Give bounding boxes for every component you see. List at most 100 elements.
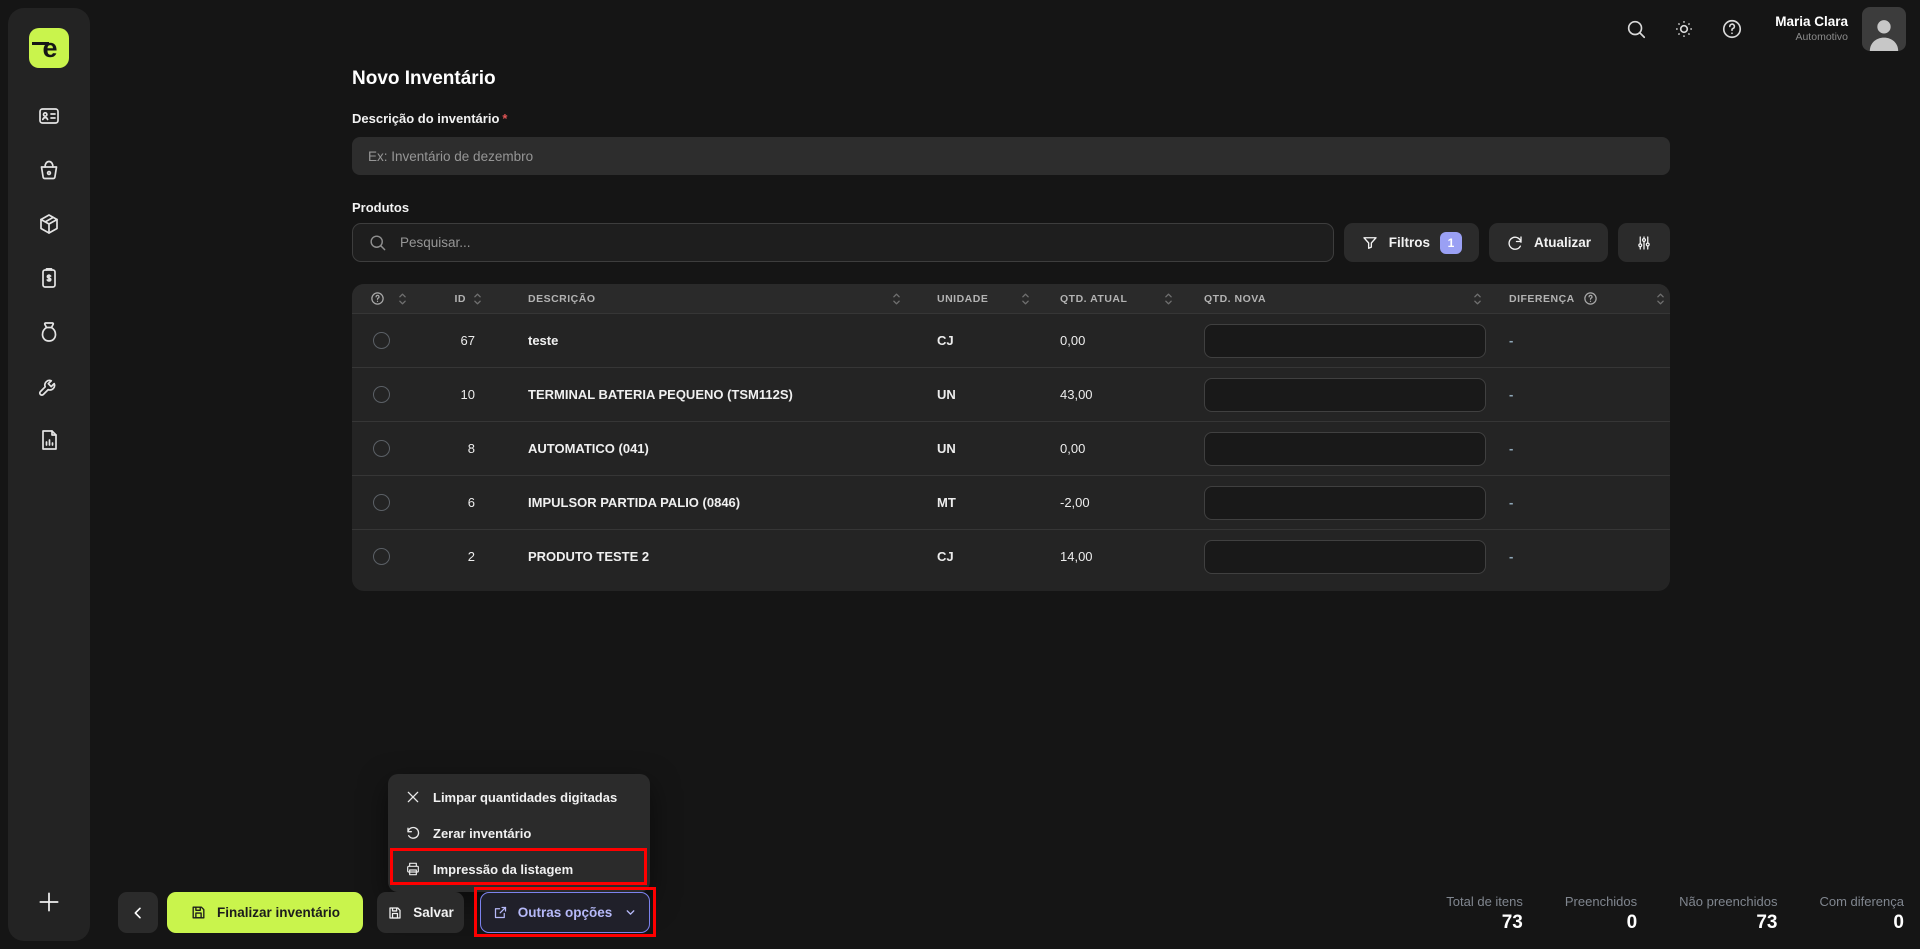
sort-arrows-icon[interactable] (398, 292, 407, 306)
save-button[interactable]: Salvar (377, 892, 464, 933)
cell-id: 67 (412, 333, 487, 348)
difference-help-icon[interactable] (1583, 291, 1598, 306)
more-options-menu: Limpar quantidades digitadas Zerar inven… (388, 774, 650, 892)
products-label: Produtos (352, 200, 409, 215)
chevron-left-icon (130, 905, 146, 921)
filters-label: Filtros (1389, 235, 1430, 250)
header-unit-label: UNIDADE (937, 293, 988, 305)
app-logo[interactable]: e (29, 28, 69, 68)
filters-button[interactable]: Filtros 1 (1344, 223, 1479, 262)
cell-unit: CJ (906, 333, 1035, 348)
stat-value: 73 (1446, 910, 1523, 936)
required-asterisk: * (502, 111, 507, 126)
refresh-button[interactable]: Atualizar (1489, 223, 1608, 262)
header-qty-current[interactable]: QTD. ATUAL (1035, 284, 1178, 313)
user-block[interactable]: Maria Clara Automotivo (1775, 14, 1848, 44)
search-icon (368, 233, 387, 252)
qty-new-input[interactable] (1204, 540, 1486, 574)
column-settings-button[interactable] (1618, 223, 1670, 262)
printer-icon (405, 861, 421, 877)
theme-toggle-button[interactable] (1673, 18, 1695, 40)
product-search-input[interactable] (400, 235, 1318, 250)
report-document-icon (37, 428, 61, 452)
sort-arrows-icon[interactable] (1164, 292, 1173, 306)
finalize-inventory-label: Finalizar inventário (217, 905, 340, 920)
user-role: Automotivo (1775, 31, 1848, 44)
cell-difference: - (1487, 387, 1670, 402)
description-label: Descrição do inventário* (352, 111, 507, 126)
sidebar-item-billing[interactable] (37, 266, 61, 290)
sidebar-item-contacts[interactable] (37, 104, 61, 128)
menu-item-print-list[interactable]: Impressão da listagem (388, 851, 650, 887)
sidebar-item-finance[interactable] (37, 320, 61, 344)
finalize-inventory-button[interactable]: Finalizar inventário (167, 892, 363, 933)
sidebar-item-sales[interactable] (37, 158, 61, 182)
header-unit[interactable]: UNIDADE (906, 284, 1035, 313)
qty-new-input[interactable] (1204, 486, 1486, 520)
cell-description: IMPULSOR PARTIDA PALIO (0846) (487, 495, 906, 510)
menu-item-label: Impressão da listagem (433, 862, 573, 877)
row-radio[interactable] (373, 386, 390, 403)
save-floppy-icon (190, 904, 207, 921)
help-button[interactable] (1721, 18, 1743, 40)
sidebar-add-button[interactable] (36, 889, 62, 915)
plus-icon (36, 889, 62, 915)
cell-difference: - (1487, 333, 1670, 348)
qty-new-input[interactable] (1204, 432, 1486, 466)
cell-description: PRODUTO TESTE 2 (487, 549, 906, 564)
row-radio[interactable] (373, 332, 390, 349)
avatar[interactable] (1862, 7, 1906, 51)
header-select (352, 284, 412, 313)
back-button[interactable] (118, 892, 158, 933)
sidebar-item-services[interactable] (37, 374, 61, 398)
sidebar-item-products[interactable] (37, 212, 61, 236)
sort-arrows-icon[interactable] (1473, 292, 1482, 306)
cell-difference: - (1487, 495, 1670, 510)
header-description[interactable]: DESCRIÇÃO (487, 284, 906, 313)
cell-qty-current: -2,00 (1035, 495, 1178, 510)
sort-arrows-icon[interactable] (1021, 292, 1030, 306)
row-radio[interactable] (373, 494, 390, 511)
cell-qty-current: 14,00 (1035, 549, 1178, 564)
svg-text:e: e (42, 33, 57, 63)
sidebar-item-reports[interactable] (37, 428, 61, 452)
stat-not-filled: Não preenchidos 73 (1679, 893, 1777, 936)
qty-new-input[interactable] (1204, 378, 1486, 412)
cell-difference: - (1487, 441, 1670, 456)
table-row: 2 PRODUTO TESTE 2 CJ 14,00 - (352, 529, 1670, 583)
header-qty-new[interactable]: QTD. NOVA (1178, 284, 1487, 313)
stat-label: Com diferença (1819, 893, 1904, 911)
cell-unit: UN (906, 387, 1035, 402)
sort-arrows-icon[interactable] (892, 292, 901, 306)
menu-item-clear-quantities[interactable]: Limpar quantidades digitadas (388, 779, 650, 815)
help-circle-icon (1721, 18, 1743, 40)
invoice-clipboard-icon (37, 266, 61, 290)
close-icon (405, 789, 421, 805)
menu-item-reset-inventory[interactable]: Zerar inventário (388, 815, 650, 851)
product-search-box[interactable] (352, 223, 1334, 262)
sidebar: e (8, 8, 90, 941)
cell-description: TERMINAL BATERIA PEQUENO (TSM112S) (487, 387, 906, 402)
cell-unit: CJ (906, 549, 1035, 564)
header-qty-new-label: QTD. NOVA (1204, 293, 1266, 305)
package-icon (37, 212, 61, 236)
stat-filled: Preenchidos 0 (1565, 893, 1637, 936)
stat-label: Não preenchidos (1679, 893, 1777, 911)
cell-qty-current: 43,00 (1035, 387, 1178, 402)
header-difference[interactable]: DIFERENÇA (1487, 284, 1670, 313)
cell-qty-current: 0,00 (1035, 333, 1178, 348)
row-radio[interactable] (373, 548, 390, 565)
sort-arrows-icon[interactable] (1656, 292, 1665, 306)
cell-qty-current: 0,00 (1035, 441, 1178, 456)
qty-new-input[interactable] (1204, 324, 1486, 358)
sort-arrows-icon[interactable] (473, 292, 482, 306)
save-label: Salvar (413, 905, 454, 920)
more-options-button[interactable]: Outras opções (480, 892, 650, 933)
description-input[interactable] (352, 137, 1670, 175)
stat-value: 0 (1565, 910, 1637, 936)
header-id[interactable]: ID (412, 284, 487, 313)
header-id-label: ID (455, 293, 467, 305)
row-radio[interactable] (373, 440, 390, 457)
stat-value: 73 (1679, 910, 1777, 936)
select-help-icon[interactable] (370, 291, 385, 306)
